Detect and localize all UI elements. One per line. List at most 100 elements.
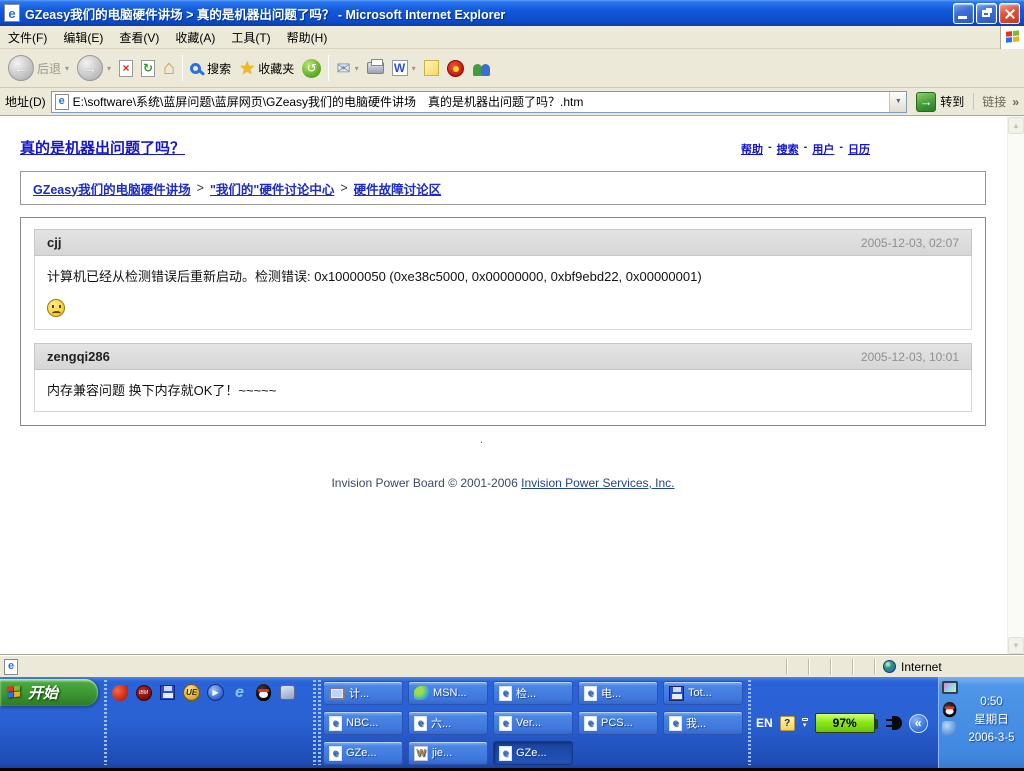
media-player-icon[interactable]: ▶	[206, 683, 225, 702]
total-commander-icon[interactable]	[158, 683, 177, 702]
task-button-ie-jian[interactable]: e检...	[493, 681, 573, 705]
ibm-icon[interactable]: IBM	[134, 683, 153, 702]
search-label: 搜索	[207, 60, 231, 77]
post-header: zengqi286 2005-12-03, 10:01	[34, 343, 972, 370]
print-button[interactable]	[363, 51, 388, 85]
internet-explorer-icon[interactable]: e	[230, 683, 249, 702]
taskband-drag-handle[interactable]	[313, 680, 316, 765]
back-button[interactable]: ← 后退 ▾	[4, 51, 73, 85]
messenger-icon[interactable]	[278, 683, 297, 702]
quicklaunch-drag-handle[interactable]	[104, 680, 107, 765]
floppy-icon	[669, 686, 684, 701]
status-pane	[830, 659, 852, 675]
qq-icon[interactable]	[254, 683, 273, 702]
menu-help[interactable]: 帮助(H)	[279, 26, 336, 49]
task-button-ie-dian[interactable]: e电...	[578, 681, 658, 705]
post-2: zengqi286 2005-12-03, 10:01 内存兼容问题 换下内存就…	[34, 343, 972, 412]
footer-text: Invision Power Board © 2001-2006	[331, 476, 517, 490]
menu-view[interactable]: 查看(V)	[111, 26, 167, 49]
task-button-ie-gzeasy-1[interactable]: eGZe...	[323, 741, 403, 765]
note-icon	[424, 60, 439, 76]
task-button-ie-ver[interactable]: eVer...	[493, 711, 573, 735]
home-button[interactable]: ⌂	[159, 51, 179, 85]
breadcrumb-forum-home[interactable]: GZeasy我们的电脑硬件讲场	[33, 179, 191, 198]
search-button[interactable]: 搜索	[186, 51, 235, 85]
menu-file[interactable]: 文件(F)	[0, 26, 55, 49]
task-button-ie-liu[interactable]: e六...	[408, 711, 488, 735]
favorites-button[interactable]: ★ 收藏夹	[235, 51, 298, 85]
breadcrumb-hardware-fault-forum[interactable]: 硬件故障讨论区	[354, 179, 442, 198]
address-input[interactable]	[73, 93, 886, 111]
mail-dropdown-icon[interactable]: ▾	[355, 64, 359, 73]
language-indicator[interactable]: EN	[756, 716, 773, 730]
show-hidden-icons-button[interactable]: «	[909, 714, 928, 733]
members-link[interactable]: 用户	[812, 141, 834, 157]
ie-page-icon: e	[499, 686, 512, 701]
task-button-ie-gzeasy-active[interactable]: eGZe...	[493, 741, 573, 765]
task-button-ie-nbc[interactable]: eNBC...	[323, 711, 403, 735]
messenger-button[interactable]	[468, 51, 496, 85]
refresh-button[interactable]: ↻	[137, 51, 159, 85]
task-button-my-computer[interactable]: 计...	[323, 681, 403, 705]
search-link[interactable]: 搜索	[777, 141, 799, 157]
messenger-tray-icon[interactable]	[942, 721, 959, 738]
close-button[interactable]	[999, 3, 1020, 24]
taskband-drag-handle[interactable]	[318, 680, 321, 765]
battery-meter[interactable]: 97%	[815, 713, 875, 733]
menu-edit[interactable]: 编辑(E)	[55, 26, 111, 49]
forward-dropdown-icon[interactable]: ▾	[107, 64, 111, 73]
minimize-button[interactable]	[953, 3, 974, 24]
topic-title-link[interactable]: 真的是机器出问题了吗？	[20, 137, 185, 158]
task-button-ie-wo[interactable]: e我...	[663, 711, 743, 735]
scroll-up-button[interactable]: ▲	[1008, 117, 1024, 134]
ie-page-icon: e	[414, 716, 427, 731]
stop-button[interactable]: ×	[115, 51, 137, 85]
menu-tools[interactable]: 工具(T)	[223, 26, 278, 49]
history-button[interactable]: ↺	[298, 51, 325, 85]
edit-with-word-button[interactable]: W ▾	[388, 51, 420, 85]
address-label: 地址(D)	[5, 93, 46, 110]
ime-help-icon[interactable]: ?	[780, 716, 795, 731]
footer-link[interactable]: Invision Power Services, Inc.	[521, 476, 674, 490]
red-app-icon	[447, 60, 464, 77]
breadcrumb-discussion-center[interactable]: "我们的"硬件讨论中心	[210, 179, 334, 198]
links-chevron-icon[interactable]: »	[1012, 95, 1019, 109]
task-button-ie-pcs[interactable]: ePCS...	[578, 711, 658, 735]
ie-window: e GZeasy我们的电脑硬件讲场 > 真的是机器出问题了吗？ - Micros…	[0, 0, 1024, 677]
vertical-scrollbar[interactable]: ▲ ▼	[1007, 116, 1024, 655]
ultraedit-icon[interactable]: UE	[182, 683, 201, 702]
task-button-total-commander[interactable]: Tot...	[663, 681, 743, 705]
system-tray: EN ? ▾ 97% «	[756, 711, 928, 735]
red-app-button[interactable]	[443, 51, 468, 85]
discuss-button[interactable]	[420, 51, 443, 85]
post-1: cjj 2005-12-03, 02:07 计算机已经从检测错误后重新启动。检测…	[34, 229, 972, 330]
display-tray-icon[interactable]	[942, 681, 959, 698]
restore-button[interactable]	[976, 3, 997, 24]
post-header: cjj 2005-12-03, 02:07	[34, 229, 972, 256]
task-button-msn[interactable]: MSN...	[408, 681, 488, 705]
address-bar: 地址(D) e ▼ → 转到 链接 »	[0, 88, 1024, 116]
qq-tray-icon[interactable]	[943, 702, 958, 717]
task-button-jie[interactable]: Wjie...	[408, 741, 488, 765]
ime-options-icon[interactable]: ▾	[802, 718, 808, 728]
word-dropdown-icon[interactable]: ▾	[412, 64, 416, 73]
start-button[interactable]: 开始	[0, 679, 98, 706]
stop-icon: ×	[119, 60, 133, 77]
browser-viewport: 真的是机器出问题了吗？ 帮助 - 搜索 - 用户 - 日历 GZeasy我们的电…	[0, 116, 1024, 655]
links-toolbar[interactable]: 链接 »	[973, 93, 1019, 110]
menu-favorites[interactable]: 收藏(A)	[167, 26, 223, 49]
forward-button[interactable]: → ▾	[73, 51, 115, 85]
ie-page-icon: e	[329, 716, 342, 731]
power-plug-icon[interactable]	[886, 716, 902, 730]
back-dropdown-icon[interactable]: ▾	[65, 64, 69, 73]
windows-flag-icon	[1006, 30, 1020, 44]
scroll-down-button[interactable]: ▼	[1008, 637, 1024, 654]
address-dropdown-button[interactable]: ▼	[889, 92, 906, 112]
go-button[interactable]: → 转到	[912, 91, 968, 113]
foxmail-icon[interactable]	[110, 683, 129, 702]
calendar-link[interactable]: 日历	[848, 141, 870, 157]
help-link[interactable]: 帮助	[741, 141, 763, 157]
msn-butterfly-icon	[414, 686, 429, 700]
mail-button[interactable]: ✉ ▾	[332, 51, 362, 85]
ie-page-icon: e	[4, 4, 20, 22]
